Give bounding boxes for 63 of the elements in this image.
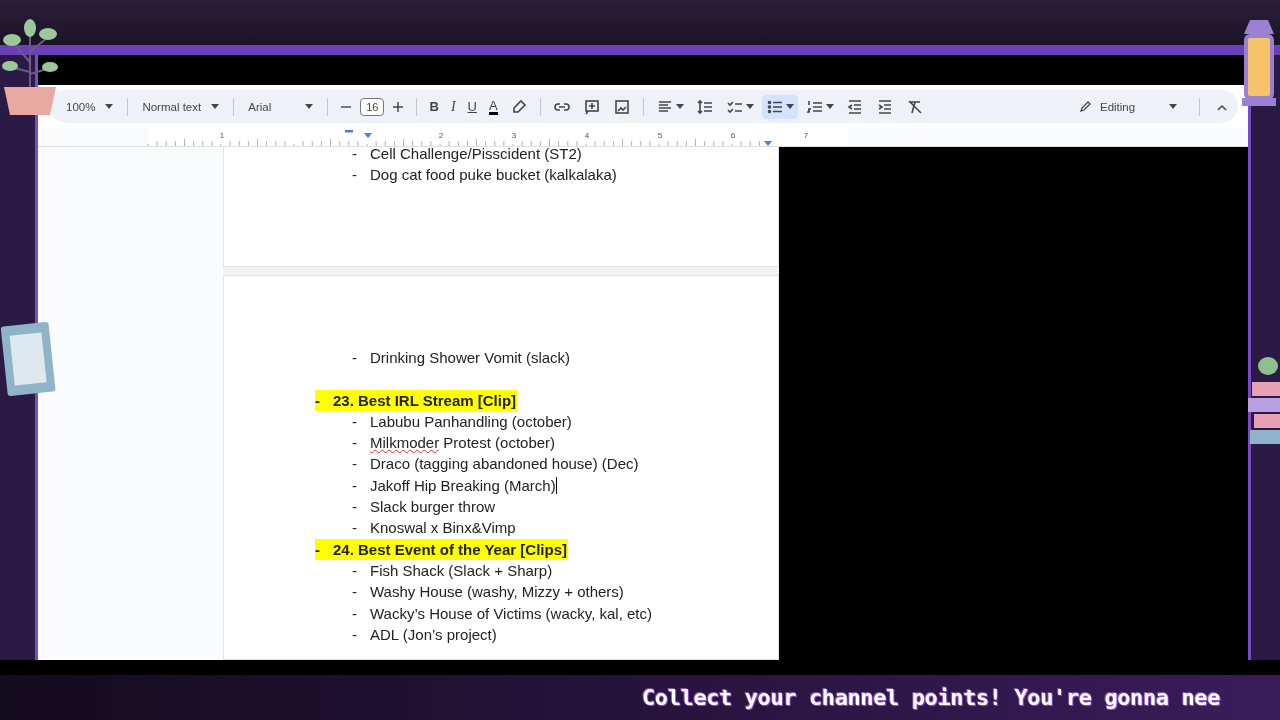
- ruler-number: 4: [584, 131, 590, 140]
- bullet-dash: -: [352, 582, 358, 603]
- list-item: Drinking Shower Vomit (slack): [370, 348, 571, 368]
- bullet-dash: -: [352, 165, 358, 186]
- indent-marker[interactable]: [345, 130, 353, 133]
- bullet-dash: -: [352, 147, 358, 164]
- list-item: Draco (tagging abandoned house) (Dec): [370, 454, 639, 475]
- ruler-number: 2: [438, 131, 444, 140]
- ruler-number: 5: [657, 131, 663, 140]
- bullet-dash: -: [352, 454, 358, 475]
- style-dropdown[interactable]: Normal text: [136, 96, 226, 117]
- list-item: Washy House (washy, Mizzy + others): [370, 582, 624, 603]
- collapse-icon[interactable]: [1216, 102, 1228, 111]
- list-item: Dog cat food puke bucket (kalkalaka): [370, 165, 617, 186]
- list-item: Wacky’s House of Victims (wacky, kal, etc): [370, 603, 652, 624]
- bullet-list-button[interactable]: [761, 94, 798, 119]
- caret-icon: [105, 104, 114, 109]
- caret-icon: [211, 104, 220, 109]
- clear-format-icon: [905, 97, 924, 116]
- list-heading: - 24. Best Event of the Year [Clips]: [315, 538, 568, 560]
- list-item: Milkmoder Protest (october): [370, 433, 556, 454]
- list-item: Jakoff Hip Breaking (March): [370, 475, 557, 496]
- outdent-icon: [845, 97, 864, 116]
- italic-button[interactable]: I: [446, 95, 460, 118]
- bullet-dash: -: [352, 433, 358, 454]
- bullet-dash: -: [352, 475, 358, 496]
- comment-icon: [582, 97, 601, 116]
- ruler-number: 1: [219, 131, 225, 140]
- ruler-number: 7: [803, 131, 809, 140]
- line-spacing-icon: [695, 97, 714, 116]
- image-icon: [612, 97, 631, 116]
- bullet-dash: -: [352, 497, 358, 518]
- caret-icon: [825, 104, 834, 109]
- ruler-number: 3: [511, 131, 517, 140]
- bullet-dash: -: [352, 624, 358, 645]
- caret-icon: [785, 104, 794, 109]
- caret-icon: [305, 104, 314, 109]
- font-dropdown[interactable]: Arial: [242, 96, 320, 117]
- underline-button[interactable]: U: [463, 96, 481, 117]
- bullet-dash: -: [352, 348, 358, 368]
- bold-button[interactable]: B: [425, 96, 443, 117]
- zoom-dropdown[interactable]: 100%: [60, 96, 120, 117]
- indent-marker[interactable]: [364, 133, 372, 138]
- caret-icon: [745, 104, 754, 109]
- list-item: Knoswal x Binx&Vimp: [370, 518, 516, 539]
- caret-icon: [1169, 104, 1177, 109]
- bullet-dash: -: [352, 518, 358, 539]
- bullet-dash: -: [352, 603, 358, 624]
- caret-icon: [675, 104, 684, 109]
- bullet-dash: -: [352, 411, 358, 432]
- font-size-field[interactable]: 16: [360, 97, 385, 116]
- editing-mode-dropdown[interactable]: Editing: [1073, 99, 1183, 114]
- list-heading: - 23. Best IRL Stream [Clip]: [315, 389, 518, 411]
- bullet-dash: -: [352, 560, 358, 581]
- text-color-button[interactable]: A: [484, 95, 502, 118]
- pencil-icon: [1079, 100, 1092, 113]
- ruler-number: 6: [730, 131, 736, 140]
- ticker-text: Collect your channel points! You're gonna nee: [642, 685, 1221, 710]
- list-item: ADL (Jon’s project): [370, 624, 497, 645]
- list-item: Slack burger throw: [370, 497, 496, 518]
- list-item: Cell Challenge/Pisscident (ST2): [370, 147, 582, 164]
- list-item: Labubu Panhandling (october): [370, 411, 572, 432]
- list-item: Fish Shack (Slack + Sharp): [370, 560, 553, 581]
